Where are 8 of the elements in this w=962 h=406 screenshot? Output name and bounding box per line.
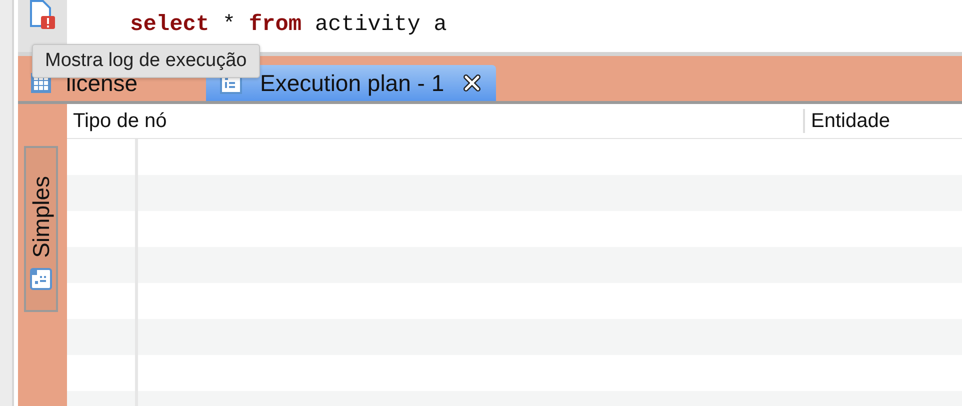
file-error-icon[interactable]: [28, 0, 56, 30]
close-icon[interactable]: [462, 73, 482, 93]
plan-icon: [30, 268, 52, 290]
column-header[interactable]: Entidade: [803, 109, 890, 133]
column-header[interactable]: Tipo de nó: [67, 110, 803, 132]
code-line: select * from activity a: [129, 11, 447, 39]
side-tab[interactable]: Simples: [24, 146, 58, 312]
tooltip: Mostra log de execução: [32, 44, 260, 78]
